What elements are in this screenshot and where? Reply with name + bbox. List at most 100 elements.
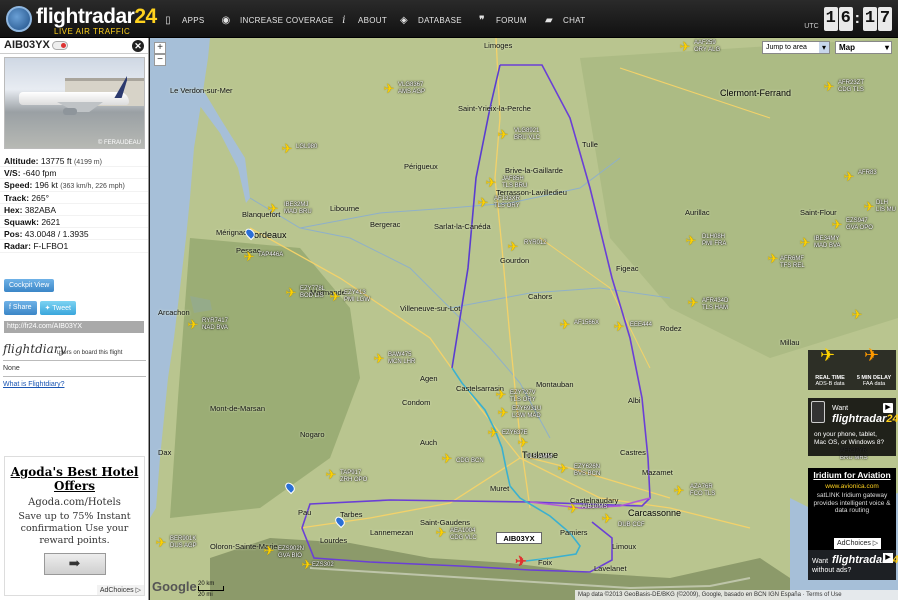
map-canvas[interactable]: Limoges Bordeaux Toulouse Clermont-Ferra… xyxy=(150,38,898,600)
aircraft-icon[interactable]: ✈ xyxy=(382,82,396,96)
aircraft-icon[interactable]: ✈ xyxy=(284,286,298,300)
aircraft-label: AIB10MS xyxy=(582,504,608,510)
divider xyxy=(3,376,146,377)
aircraft-icon[interactable]: ✈ xyxy=(484,176,498,190)
ad-title[interactable]: Agoda's Best Hotel Offers xyxy=(5,465,144,493)
aircraft-label: AFR6MF TFS REL xyxy=(780,256,805,269)
follow-toggle[interactable] xyxy=(52,41,68,50)
city-label: Carcassonne xyxy=(628,508,682,518)
aircraft-icon[interactable]: ✈ xyxy=(434,526,448,540)
aircraft-icon[interactable]: ✈ xyxy=(558,318,572,332)
nav-chat[interactable]: ▰ CHAT xyxy=(543,13,585,27)
globe-icon xyxy=(6,6,32,32)
city-label: Saint-Flour xyxy=(800,208,837,217)
aircraft-icon[interactable]: ✈ xyxy=(766,252,780,266)
map-type-select[interactable]: Map xyxy=(835,41,892,54)
aircraft-icon[interactable]: ✈ xyxy=(242,250,256,264)
aircraft-icon[interactable]: ✈ xyxy=(486,426,500,440)
nav-database[interactable]: ◈ DATABASE xyxy=(398,13,462,27)
arrow-right-icon: ▶ xyxy=(883,553,893,563)
iridium-url[interactable]: www.avionica.com xyxy=(808,483,896,490)
aircraft-icon[interactable]: ✈ xyxy=(262,544,276,558)
aircraft-label: AEA1004 CDG VLC xyxy=(450,528,477,541)
aircraft-icon[interactable]: ✈ xyxy=(496,128,510,142)
flightdiary-caption: users on board this flight xyxy=(57,350,123,356)
aircraft-icon[interactable]: ✈ xyxy=(600,512,614,526)
nav-apps[interactable]: ▯ APPS xyxy=(162,13,205,27)
squawk-row: Squawk: 2621 xyxy=(0,216,148,229)
delay-badge[interactable]: ✈ 5 MIN DELAY FAA data xyxy=(852,346,896,390)
aircraft-icon[interactable]: ✈ xyxy=(830,218,844,232)
aircraft-icon[interactable]: ✈ xyxy=(328,290,342,304)
adchoices-link[interactable]: AdChoices ▷ xyxy=(834,538,882,549)
aircraft-icon[interactable]: ✈ xyxy=(556,462,570,476)
iridium-title[interactable]: Iridium for Aviation xyxy=(808,471,896,480)
aircraft-icon[interactable]: ✈ xyxy=(822,80,836,94)
aircraft-icon[interactable]: ✈ xyxy=(476,196,490,210)
flightdiary-section: flightdiary users on board this flight N… xyxy=(3,342,146,388)
aircraft-icon[interactable]: ✈ xyxy=(186,318,200,332)
aircraft-label: TLS AMM xyxy=(526,454,553,460)
selected-aircraft-icon[interactable]: ✈ xyxy=(514,554,528,568)
aircraft-icon[interactable]: ✈ xyxy=(798,236,812,250)
nav-forum[interactable]: ❞ FORUM xyxy=(476,13,527,27)
aircraft-icon[interactable]: ✈ xyxy=(506,240,520,254)
aircraft-icon[interactable]: ✈ xyxy=(266,202,280,216)
share-buttons: f Share ✦ Tweet xyxy=(4,301,76,315)
zoom-out-button[interactable]: − xyxy=(154,54,166,66)
aircraft-icon[interactable]: ✈ xyxy=(440,452,454,466)
cockpit-view-button[interactable]: Cockpit View xyxy=(4,279,55,292)
brand-name: flightradar24 xyxy=(36,5,157,28)
info-icon: i xyxy=(342,14,346,26)
agoda-ad[interactable]: Agoda's Best Hotel Offers Agoda.com/Hote… xyxy=(4,456,145,596)
aircraft-icon[interactable]: ✈ xyxy=(496,406,510,420)
aircraft-label: EZY778L BOD LIS xyxy=(300,286,326,299)
aircraft-icon[interactable]: ✈ xyxy=(494,388,508,402)
altitude-row: Altitude: 13775 ft (4199 m) xyxy=(0,155,148,168)
city-label: Nogaro xyxy=(300,430,325,439)
aircraft-label: BAW475 MCN LHR xyxy=(388,352,416,365)
aircraft-icon[interactable]: ✈ xyxy=(280,142,294,156)
aircraft-icon[interactable]: ✈ xyxy=(372,352,386,366)
aircraft-icon[interactable]: ✈ xyxy=(684,234,698,248)
selected-flight-tag[interactable]: AIB03YX xyxy=(496,532,542,544)
facebook-share-button[interactable]: f Share xyxy=(4,301,37,315)
aircraft-icon[interactable]: ✈ xyxy=(324,468,338,482)
aircraft-icon[interactable]: ✈ xyxy=(612,320,626,334)
short-link-field[interactable]: http://fr24.com/AIB03YX xyxy=(4,321,144,333)
city-label: Mont-de-Marsan xyxy=(210,404,266,413)
aircraft-icon[interactable]: ✈ xyxy=(516,436,530,450)
brand-tagline: LIVE AIR TRAFFIC xyxy=(54,27,131,36)
aircraft-label: RYR012 xyxy=(524,240,547,246)
city-label: Dax xyxy=(158,448,172,457)
aircraft-photo[interactable]: © FERAUDEAU xyxy=(4,57,145,149)
ad-arrow-button[interactable]: ➡ xyxy=(43,553,106,575)
what-is-flightdiary-link[interactable]: What is Flightdiary? xyxy=(3,381,146,388)
aircraft-icon[interactable]: ✈ xyxy=(566,502,580,516)
nav-about[interactable]: i ABOUT xyxy=(338,13,387,27)
apps-promo[interactable]: Want flightradar24 on your phone, tablet… xyxy=(808,398,898,456)
aircraft-icon[interactable]: ✈ xyxy=(862,200,876,214)
map-attribution[interactable]: Map data ©2013 GeoBasis-DE/BKG (©2009), … xyxy=(575,590,898,600)
jump-to-area-select[interactable]: Jump to area xyxy=(762,41,830,54)
close-icon[interactable]: ✕ xyxy=(132,40,144,52)
aircraft-icon[interactable]: ✈ xyxy=(686,296,700,310)
city-label: Cahors xyxy=(528,292,553,301)
adfree-promo[interactable]: Want flightradar24 without ads? ▶ xyxy=(808,550,898,580)
hex-row: Hex: 382ABA xyxy=(0,204,148,216)
aircraft-icon[interactable]: ✈ xyxy=(850,308,864,322)
realtime-badge[interactable]: ✈ REAL TIME ADS-B data xyxy=(808,346,852,390)
aircraft-icon[interactable]: ✈ xyxy=(842,170,856,184)
nav-increase-coverage[interactable]: ◉ INCREASE COVERAGE xyxy=(220,13,334,27)
tweet-button[interactable]: ✦ Tweet xyxy=(39,301,76,315)
adchoices-link[interactable]: AdChoices ▷ xyxy=(96,585,144,595)
aircraft-label: CDG BCN xyxy=(456,458,484,464)
aircraft-icon[interactable]: ✈ xyxy=(154,536,168,550)
zoom-in-button[interactable]: + xyxy=(154,42,166,54)
flightradar-logo[interactable]: flightradar24 LIVE AIR TRAFFIC xyxy=(6,4,157,36)
ad-url[interactable]: Agoda.com/Hotels xyxy=(5,497,144,508)
aircraft-icon[interactable]: ✈ xyxy=(678,40,692,54)
google-logo[interactable]: Google xyxy=(152,579,197,594)
aircraft-icon[interactable]: ✈ xyxy=(672,484,686,498)
aircraft-label: BER901K DUS AGP xyxy=(170,536,197,549)
